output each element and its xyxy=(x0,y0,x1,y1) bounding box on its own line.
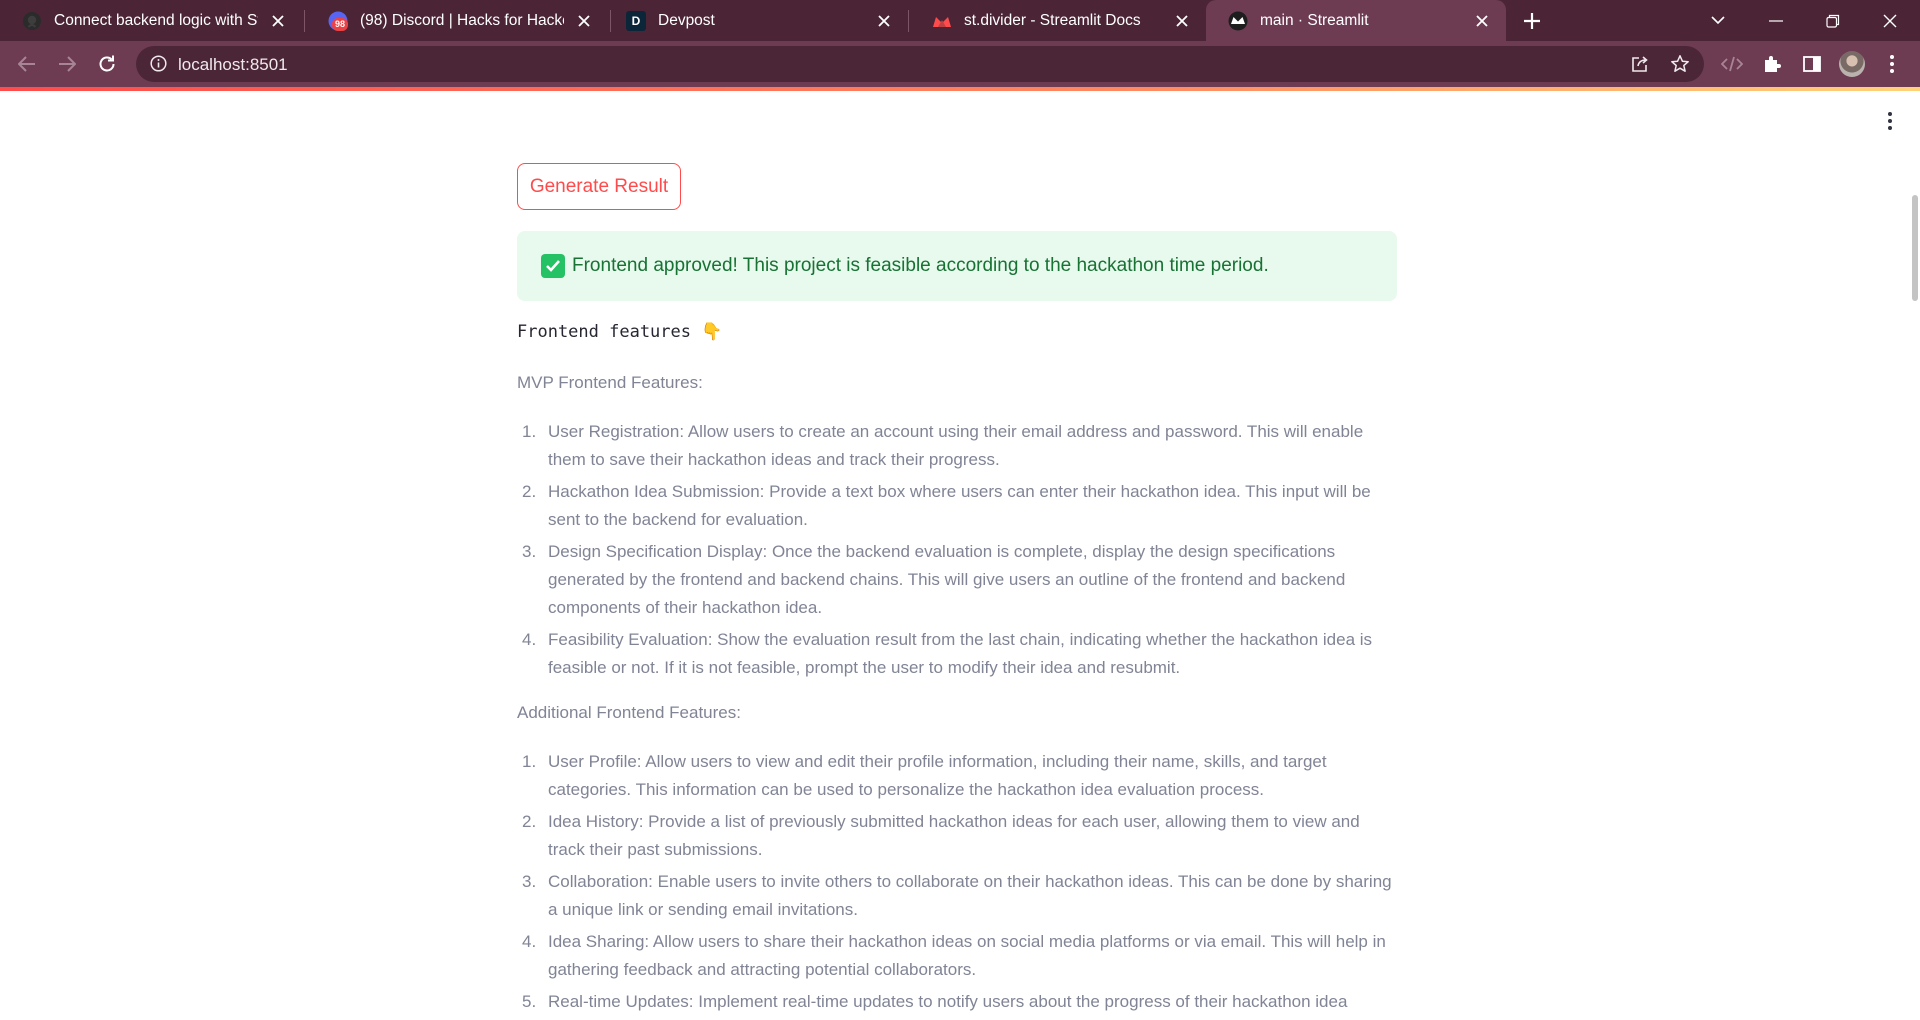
extensions-button[interactable] xyxy=(1756,48,1788,80)
list-item-text: Hackathon Idea Submission: Provide a tex… xyxy=(548,482,1371,529)
list-item-number: 5. xyxy=(522,992,537,1011)
list-item: 2. Hackathon Idea Submission: Provide a t… xyxy=(517,478,1397,534)
profile-button[interactable] xyxy=(1836,48,1868,80)
list-item-text: User Profile: Allow users to view and ed… xyxy=(548,752,1327,799)
close-tab-icon[interactable] xyxy=(570,7,598,35)
back-arrow-icon xyxy=(18,56,35,72)
forward-arrow-icon xyxy=(59,56,76,72)
tab-devpost[interactable]: D Devpost xyxy=(612,0,908,41)
list-item: 4. Feasibility Evaluation: Show the evalu… xyxy=(517,626,1397,682)
browser-toolbar: localhost:8501 xyxy=(0,41,1920,87)
list-item-text: Real-time Updates: Implement real-time u… xyxy=(548,992,1348,1011)
tab-title: Devpost xyxy=(658,11,715,29)
avatar xyxy=(1839,51,1865,77)
success-alert: Frontend approved! This project is feasi… xyxy=(517,231,1397,301)
list-item-number: 4. xyxy=(522,932,537,951)
list-item-number: 2. xyxy=(522,482,537,501)
list-item-number: 2. xyxy=(522,812,537,831)
list-item: 3. Design Specification Display: Once the… xyxy=(517,538,1397,622)
mvp-features-label: MVP Frontend Features: xyxy=(517,373,703,392)
list-item-number: 3. xyxy=(522,872,537,891)
tab-separator xyxy=(610,10,611,32)
tab-streamlit-docs[interactable]: st.divider - Streamlit Docs xyxy=(910,0,1206,41)
devtools-extension-button[interactable] xyxy=(1716,48,1748,80)
browser-menu-button[interactable] xyxy=(1876,48,1908,80)
list-item: 3. Collaboration: Enable users to invite … xyxy=(517,868,1397,924)
list-item-text: Collaboration: Enable users to invite ot… xyxy=(548,872,1392,919)
tab-title: Connect backend logic with Strea xyxy=(54,11,258,29)
minimize-icon xyxy=(1769,19,1783,22)
additional-features-label: Additional Frontend Features: xyxy=(517,703,741,722)
tab-search-button[interactable] xyxy=(1696,0,1740,41)
app-view: Generate Result Frontend approved! This … xyxy=(0,91,1920,1020)
devpost-icon: D xyxy=(626,10,646,31)
notification-badge: 98 xyxy=(332,17,348,31)
address-bar[interactable]: localhost:8501 xyxy=(136,46,1704,82)
generate-result-button[interactable]: Generate Result xyxy=(517,163,681,210)
side-panel-icon xyxy=(1803,56,1821,72)
list-item: 1. User Profile: Allow users to view and … xyxy=(517,748,1397,804)
share-icon[interactable] xyxy=(1630,54,1650,79)
code-icon xyxy=(1721,56,1743,72)
list-item: 5. Real-time Updates: Implement real-time… xyxy=(517,988,1397,1016)
list-item-text: Design Specification Display: Once the b… xyxy=(548,542,1346,617)
url-text: localhost:8501 xyxy=(178,55,288,74)
github-icon xyxy=(22,11,42,31)
side-panel-button[interactable] xyxy=(1796,48,1828,80)
new-tab-button[interactable] xyxy=(1510,0,1554,41)
list-item-number: 1. xyxy=(522,752,537,771)
reload-icon xyxy=(99,55,115,72)
forward-button[interactable] xyxy=(51,48,83,80)
streamlit-icon xyxy=(1228,11,1248,31)
success-message: Frontend approved! This project is feasi… xyxy=(572,255,1269,276)
plus-icon xyxy=(1524,12,1540,29)
bookmark-star-icon[interactable] xyxy=(1670,54,1690,79)
mvp-features-list: 1. User Registration: Allow users to crea… xyxy=(517,418,1397,686)
back-button[interactable] xyxy=(11,48,43,80)
app-main-menu-button[interactable] xyxy=(1880,109,1900,133)
features-heading: Frontend features 👇 xyxy=(517,322,723,342)
minimize-button[interactable] xyxy=(1754,0,1798,41)
close-icon xyxy=(1883,14,1897,27)
reload-button[interactable] xyxy=(91,48,123,80)
tab-title: (98) Discord | Hacks for Hackers I xyxy=(360,11,564,29)
list-item-text: Idea Sharing: Allow users to share their… xyxy=(548,932,1386,979)
restore-icon xyxy=(1826,14,1840,28)
chevron-down-icon xyxy=(1711,16,1725,25)
close-tab-icon[interactable] xyxy=(1168,7,1196,35)
more-vertical-icon xyxy=(1890,55,1894,73)
close-tab-icon[interactable] xyxy=(1468,7,1496,35)
tab-github[interactable]: Connect backend logic with Strea xyxy=(0,0,302,41)
restore-button[interactable] xyxy=(1811,0,1855,41)
info-icon[interactable] xyxy=(150,55,167,77)
list-item-number: 3. xyxy=(522,542,537,561)
list-item: 4. Idea Sharing: Allow users to share the… xyxy=(517,928,1397,984)
tab-separator xyxy=(304,10,305,32)
tab-strip: Connect backend logic with Strea 98 (98)… xyxy=(0,0,1920,41)
list-item-number: 1. xyxy=(522,422,537,441)
list-item-text: Feasibility Evaluation: Show the evaluat… xyxy=(548,630,1373,677)
list-item-number: 4. xyxy=(522,630,537,649)
list-item: 1. User Registration: Allow users to crea… xyxy=(517,418,1397,474)
tab-separator xyxy=(908,10,909,32)
tab-main-streamlit[interactable]: main · Streamlit xyxy=(1206,0,1506,41)
close-tab-icon[interactable] xyxy=(870,7,898,35)
check-mark-icon xyxy=(541,254,565,278)
tab-title: st.divider - Streamlit Docs xyxy=(964,11,1141,29)
tab-title: main · Streamlit xyxy=(1260,11,1369,29)
streamlit-icon xyxy=(932,11,952,31)
additional-features-list: 1. User Profile: Allow users to view and … xyxy=(517,748,1397,1020)
list-item-text: Idea History: Provide a list of previous… xyxy=(548,812,1360,859)
scrollbar-thumb[interactable] xyxy=(1912,195,1918,301)
tab-discord[interactable]: 98 (98) Discord | Hacks for Hackers I xyxy=(306,0,608,41)
more-vertical-icon xyxy=(1888,112,1892,130)
puzzle-icon xyxy=(1765,56,1781,72)
list-item: 2. Idea History: Provide a list of previo… xyxy=(517,808,1397,864)
discord-icon: 98 xyxy=(328,11,348,31)
close-tab-icon[interactable] xyxy=(264,7,292,35)
close-window-button[interactable] xyxy=(1868,0,1912,41)
list-item-text: User Registration: Allow users to create… xyxy=(548,422,1364,469)
